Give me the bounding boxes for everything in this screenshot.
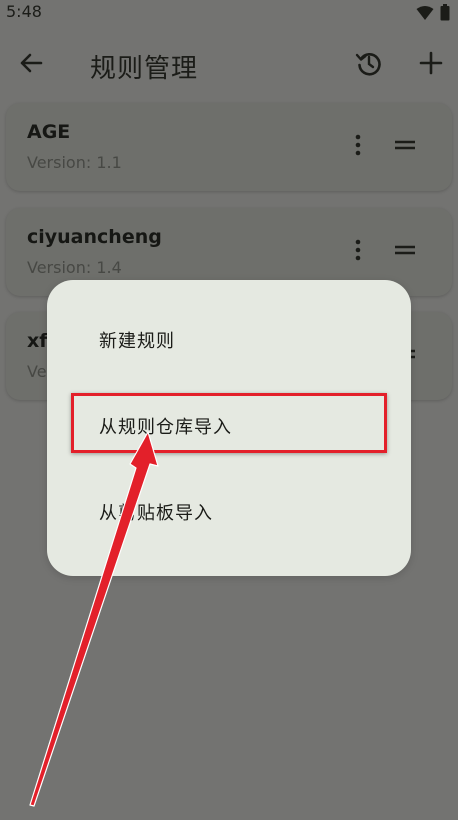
plus-icon bbox=[419, 51, 443, 75]
status-time: 5:48 bbox=[6, 2, 42, 21]
menu-item-import-from-clipboard[interactable]: 从剪贴板导入 bbox=[99, 499, 213, 525]
drag-handle-icon[interactable] bbox=[392, 236, 418, 264]
rule-version: Version: 1.4 bbox=[27, 258, 122, 277]
wifi-icon bbox=[416, 5, 434, 20]
rule-name: AGE bbox=[27, 121, 71, 143]
rule-version: Version: 1.1 bbox=[27, 153, 122, 172]
back-button[interactable] bbox=[14, 46, 48, 80]
rule-name: ciyuancheng bbox=[27, 226, 162, 248]
history-icon bbox=[355, 53, 381, 76]
more-vert-icon[interactable] bbox=[348, 236, 368, 264]
status-bar: 5:48 bbox=[0, 0, 458, 26]
rule-card[interactable]: AGE Version: 1.1 bbox=[6, 103, 452, 191]
battery-icon bbox=[440, 4, 450, 21]
add-button[interactable] bbox=[414, 46, 448, 80]
app-bar: 规则管理 bbox=[0, 30, 458, 100]
highlight-box bbox=[71, 393, 387, 453]
menu-item-new-rule[interactable]: 新建规则 bbox=[99, 327, 175, 353]
arrow-back-icon bbox=[20, 53, 43, 73]
rule-name: xf bbox=[27, 330, 48, 352]
drag-handle-icon[interactable] bbox=[392, 131, 418, 159]
more-vert-icon[interactable] bbox=[348, 131, 368, 159]
history-button[interactable] bbox=[352, 46, 386, 80]
page-title: 规则管理 bbox=[90, 54, 199, 84]
status-icons bbox=[416, 4, 450, 21]
